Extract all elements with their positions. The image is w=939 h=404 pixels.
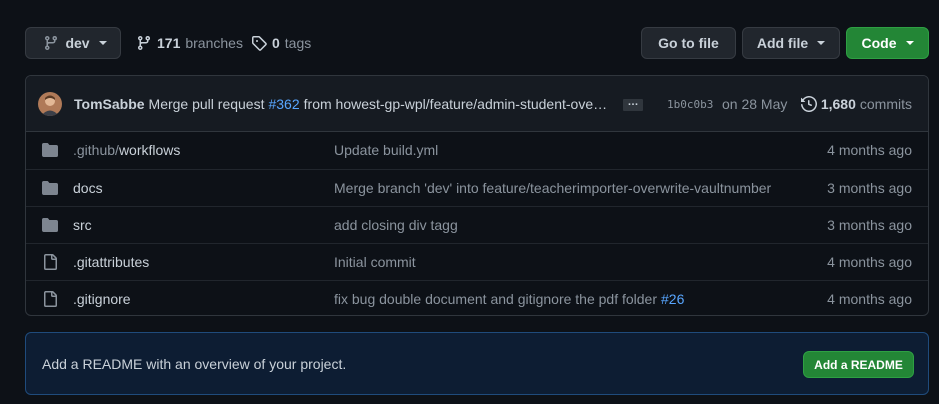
folder-icon [42, 217, 58, 233]
file-age: 3 months ago [827, 217, 912, 233]
file-commit-text: fix bug double document and gitignore th… [334, 291, 658, 307]
git-branch-icon [43, 35, 59, 51]
avatar[interactable] [38, 92, 62, 116]
file-name: .gitignore [73, 291, 131, 307]
file-row[interactable]: .github/workflows Update build.yml 4 month… [26, 132, 928, 169]
tags-link[interactable]: 0 tags [251, 27, 311, 59]
readme-banner: Add a README with an overview of your pr… [25, 332, 929, 395]
git-branch-icon [136, 35, 152, 51]
branches-link[interactable]: 171 branches [136, 27, 243, 59]
chevron-down-icon [817, 41, 826, 45]
go-to-file-button[interactable]: Go to file [641, 27, 736, 59]
branch-select-button[interactable]: dev [25, 27, 121, 59]
file-row[interactable]: docs Merge branch 'dev' into feature/teac… [26, 169, 928, 206]
commits-link[interactable]: 1,680 commits [800, 76, 912, 132]
file-name-link[interactable]: src [73, 207, 92, 243]
file-icon [42, 254, 58, 270]
add-file-label: Add file [756, 35, 809, 51]
branch-name: dev [65, 35, 90, 51]
file-age: 3 months ago [827, 180, 912, 196]
file-name-link[interactable]: docs [73, 170, 103, 206]
commit-message-suffix[interactable]: from howest-gp-wpl/feature/admin-student… [304, 96, 607, 112]
repo-toolbar: dev 171 branches 0 tags Go to file Add f… [25, 27, 929, 59]
latest-commit-bar: TomSabbe Merge pull request #362 from ho… [26, 76, 928, 132]
tags-label: tags [284, 35, 312, 51]
file-age: 4 months ago [827, 291, 912, 307]
file-icon [42, 291, 58, 307]
commit-date: on 28 May [722, 96, 788, 112]
chevron-down-icon [905, 41, 914, 45]
commit-pr-link[interactable]: #362 [268, 96, 299, 112]
go-to-file-label: Go to file [658, 35, 719, 51]
branches-label: branches [185, 35, 243, 51]
file-commit-text: Update build.yml [334, 142, 439, 158]
file-commit-text: Initial commit [334, 254, 416, 270]
file-row[interactable]: .gitignore fix bug double document and gi… [26, 280, 928, 315]
file-row[interactable]: .gitattributes Initial commit 4 months ago [26, 243, 928, 280]
file-name: .gitattributes [73, 254, 150, 270]
code-label: Code [861, 35, 897, 51]
file-commit-message[interactable]: Update build.yml [334, 132, 442, 168]
file-commit-message[interactable]: Merge branch 'dev' into feature/teacheri… [334, 170, 775, 206]
file-commit-pr-link[interactable]: #26 [661, 291, 684, 307]
file-commit-text: add closing div tagg [334, 217, 458, 233]
readme-prompt-text: Add a README with an overview of your pr… [42, 355, 347, 372]
chevron-down-icon [98, 41, 107, 45]
file-name: docs [73, 180, 103, 196]
folder-icon [42, 142, 58, 158]
add-readme-button[interactable]: Add a README [803, 351, 914, 378]
commit-sha[interactable]: 1b0c0b3 [667, 76, 713, 132]
file-commit-message[interactable]: fix bug double document and gitignore th… [334, 281, 684, 315]
file-commit-text: Merge branch 'dev' into feature/teacheri… [334, 180, 772, 196]
file-name-link[interactable]: .gitattributes [73, 244, 149, 280]
add-file-button[interactable]: Add file [742, 27, 840, 59]
file-name-link[interactable]: .github/workflows [73, 132, 180, 168]
file-name: src [73, 217, 92, 233]
code-button[interactable]: Code [846, 27, 929, 59]
file-list: .github/workflows Update build.yml 4 month… [26, 132, 928, 315]
commits-count: 1,680 [820, 96, 856, 112]
tag-icon [251, 35, 267, 51]
branches-count: 171 [157, 35, 181, 51]
commit-author[interactable]: TomSabbe [74, 96, 145, 112]
commits-label: commits [859, 96, 912, 112]
file-name-prefix: .github/ [73, 142, 119, 158]
commit-message: TomSabbe Merge pull request #362 from ho… [74, 76, 614, 132]
folder-icon [42, 180, 58, 196]
tags-count: 0 [272, 35, 280, 51]
file-commit-message[interactable]: Initial commit [334, 244, 420, 280]
expand-commit-button[interactable]: … [623, 97, 643, 111]
file-name: workflows [118, 142, 181, 158]
file-commit-message[interactable]: add closing div tagg [334, 207, 462, 243]
file-age: 4 months ago [827, 254, 912, 270]
file-row[interactable]: src add closing div tagg 3 months ago [26, 206, 928, 243]
file-browser: TomSabbe Merge pull request #362 from ho… [25, 75, 929, 316]
file-name-link[interactable]: .gitignore [73, 281, 131, 315]
file-age: 4 months ago [827, 142, 912, 158]
history-icon [800, 96, 817, 112]
commit-message-prefix[interactable]: Merge pull request [149, 96, 265, 112]
